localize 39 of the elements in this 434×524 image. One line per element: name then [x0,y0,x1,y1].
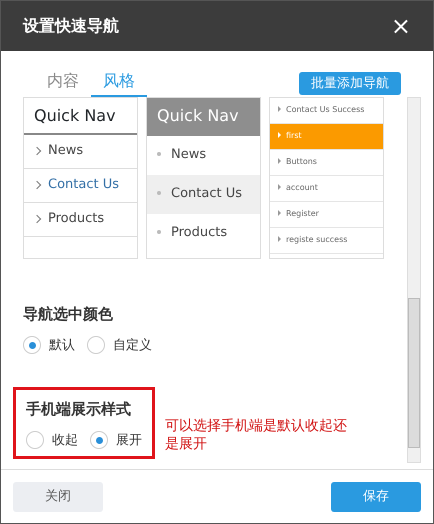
triangle-icon [278,132,281,138]
item-label: News [171,147,206,162]
dot-icon [157,152,161,156]
item-label: first [286,131,302,140]
style-preview[interactable]: Quick Nav News Contact Us Products [146,97,261,259]
window-title: 设置快速导航 [23,15,119,37]
item-label: Products [171,225,228,240]
section-title: 导航选中颜色 [23,304,114,325]
item-label: Contact Us [48,177,119,192]
triangle-icon [278,184,281,190]
tab[interactable]: 内容 [35,69,91,97]
dot-icon [157,230,161,234]
close-button[interactable]: 关闭 [13,482,103,512]
scrollbar[interactable] [407,97,421,463]
triangle-icon [278,236,281,242]
triangle-icon [278,106,281,112]
annotation-note: 可以选择手机端是默认收起还是展开 [165,416,348,453]
style-preview[interactable]: Contact Us Success first Buttons account Register registe success [269,97,384,259]
radio-option[interactable]: 默认 [23,336,75,355]
close-button[interactable]: × [390,14,411,38]
scroll-thumb[interactable] [408,298,420,448]
triangle-icon [278,210,281,216]
radio-option[interactable]: 自定义 [87,336,152,355]
preview-title: Quick Nav [147,98,260,136]
item-label: Buttons [286,157,317,166]
section-title: 手机端展示样式 [26,399,132,420]
radio-option[interactable]: 收起 [26,430,78,450]
item-label: Products [48,211,104,226]
triangle-icon [278,158,281,164]
item-label: Contact Us Success [286,105,364,114]
radio-option[interactable]: 展开 [90,430,142,450]
item-label: account [286,183,318,192]
preview-title: Quick Nav [24,98,137,135]
item-label: Register [286,209,319,218]
item-label: Contact Us [171,186,242,201]
style-preview[interactable]: Quick Nav News Contact Us Products [23,97,138,259]
item-label: registe success [286,235,348,244]
item-label: News [48,143,84,158]
dot-icon [157,191,161,196]
